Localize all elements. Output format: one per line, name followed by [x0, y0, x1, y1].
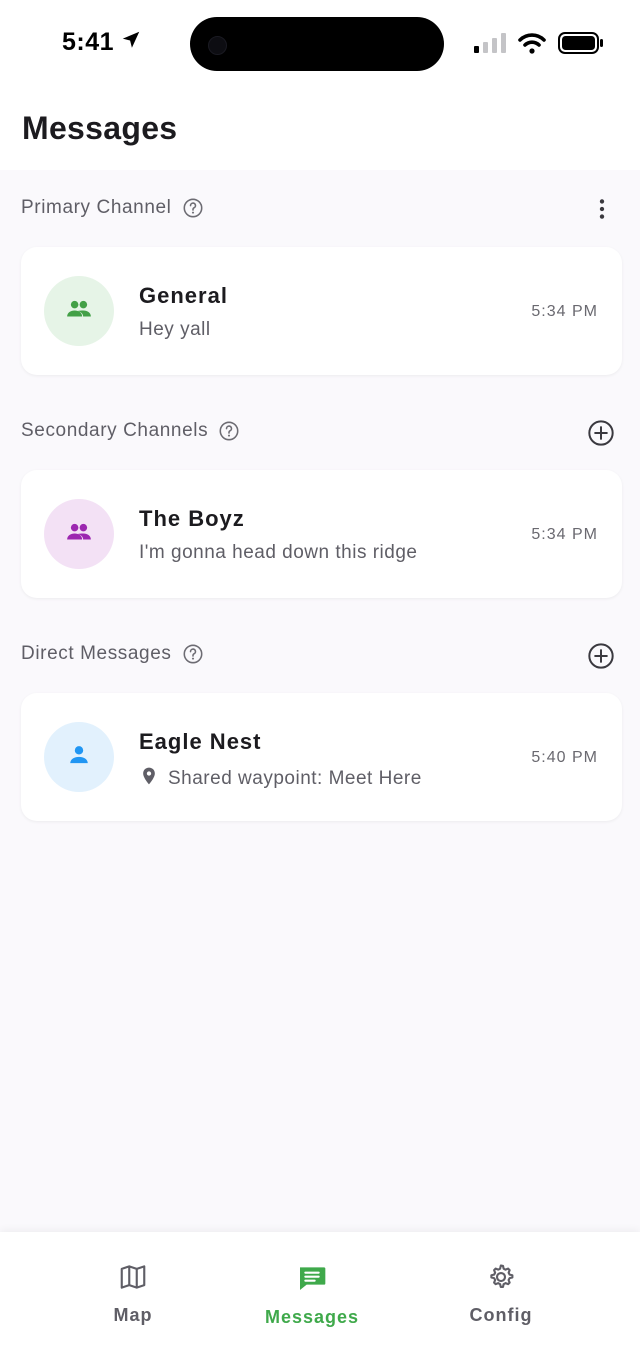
- map-icon: [118, 1262, 148, 1297]
- section-title-primary: Primary Channel: [21, 197, 172, 218]
- avatar: [44, 499, 114, 569]
- page-title: Messages: [22, 110, 178, 146]
- nav-item-messages[interactable]: Messages: [242, 1262, 382, 1328]
- message-preview: I'm gonna head down this ridge: [139, 542, 417, 564]
- channel-card-general[interactable]: General Hey yall 5:34 PM: [21, 247, 622, 375]
- avatar: [44, 276, 114, 346]
- section-header-primary: Primary Channel: [21, 188, 621, 228]
- more-vertical-icon[interactable]: [589, 196, 615, 222]
- status-icons: [474, 32, 604, 59]
- status-time-group: 5:41: [62, 28, 142, 57]
- nav-item-config[interactable]: Config: [431, 1262, 571, 1326]
- status-time: 5:41: [62, 28, 115, 56]
- nav-label-map: Map: [113, 1305, 153, 1325]
- battery-icon: [558, 32, 604, 59]
- section-title-direct: Direct Messages: [21, 643, 172, 664]
- camera-dot: [208, 36, 227, 55]
- bottom-navigation: Map Messages Config: [0, 1232, 640, 1348]
- message-preview-text: Shared waypoint: Meet Here: [168, 768, 422, 789]
- nav-item-map[interactable]: Map: [63, 1262, 203, 1326]
- signal-icon: [474, 33, 506, 58]
- wifi-icon: [518, 32, 546, 59]
- channel-name: The Boyz: [139, 506, 245, 531]
- message-preview: Hey yall: [139, 319, 211, 341]
- section-header-secondary: Secondary Channels: [21, 411, 621, 451]
- person-icon: [65, 741, 93, 774]
- section-title-secondary: Secondary Channels: [21, 420, 209, 441]
- help-icon[interactable]: [182, 643, 204, 665]
- status-bar: 5:41: [0, 0, 640, 90]
- add-circle-icon: [588, 420, 614, 446]
- add-channel-button[interactable]: [587, 419, 615, 447]
- add-direct-message-button[interactable]: [587, 642, 615, 670]
- group-icon: [64, 294, 94, 329]
- help-icon[interactable]: [218, 420, 240, 442]
- direct-message-card-eagle-nest[interactable]: Eagle Nest Shared waypoint: Meet Here 5:…: [21, 693, 622, 821]
- dynamic-island: [190, 17, 444, 71]
- nav-label-messages: Messages: [264, 1307, 360, 1327]
- help-icon[interactable]: [182, 197, 204, 219]
- channel-card-the-boyz[interactable]: The Boyz I'm gonna head down this ridge …: [21, 470, 622, 598]
- location-arrow-icon: [120, 29, 142, 56]
- message-preview-text: I'm gonna head down this ridge: [139, 542, 418, 563]
- avatar: [44, 722, 114, 792]
- chat-icon: [296, 1262, 328, 1299]
- group-icon: [64, 517, 94, 552]
- add-circle-icon: [588, 643, 614, 669]
- message-time: 5:40 PM: [531, 749, 598, 766]
- message-time: 5:34 PM: [531, 303, 598, 320]
- nav-label-config: Config: [469, 1305, 533, 1325]
- gear-icon: [486, 1262, 516, 1297]
- message-time: 5:34 PM: [531, 526, 598, 543]
- section-header-direct: Direct Messages: [21, 634, 621, 674]
- channel-name: General: [139, 283, 228, 308]
- message-preview-text: Hey yall: [139, 319, 211, 340]
- location-pin-icon: [139, 765, 159, 793]
- message-preview: Shared waypoint: Meet Here: [139, 765, 422, 793]
- contact-name: Eagle Nest: [139, 729, 262, 754]
- header: Messages: [0, 90, 640, 170]
